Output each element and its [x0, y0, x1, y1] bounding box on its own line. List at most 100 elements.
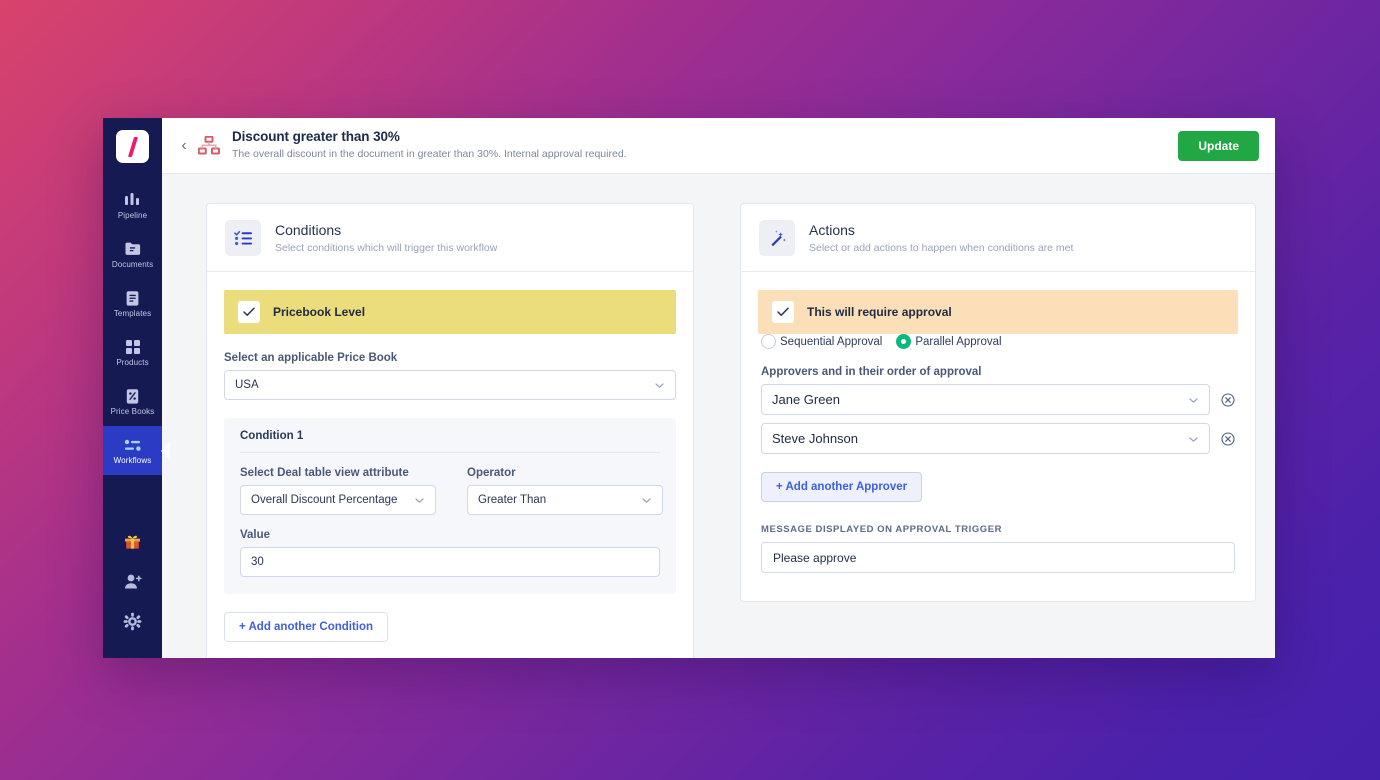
chevron-left-icon[interactable]: ‹ — [174, 137, 194, 154]
products-icon — [123, 338, 143, 356]
logo-slash-shape — [127, 136, 138, 157]
checklist-icon — [225, 220, 261, 256]
chevron-down-icon — [1188, 433, 1199, 444]
approver-row: Jane Green — [761, 384, 1235, 415]
actions-panel: Actions Select or add actions to happen … — [740, 203, 1256, 602]
top-header: ‹ Discount greater than 30% The overall … — [162, 118, 1275, 174]
approver-select-1[interactable]: Jane Green — [761, 384, 1210, 415]
remove-circle-icon[interactable] — [1221, 431, 1235, 446]
header-text-group: Discount greater than 30% The overall di… — [232, 129, 1178, 161]
operator-select[interactable]: Greater Than — [467, 485, 663, 515]
chevron-down-icon — [654, 380, 665, 391]
approver-name: Steve Johnson — [772, 431, 859, 446]
chevron-down-icon — [641, 495, 652, 506]
actions-subtitle: Select or add actions to happen when con… — [809, 241, 1074, 254]
settings-button[interactable] — [103, 604, 162, 644]
documents-icon — [123, 240, 143, 258]
require-approval-label: This will require approval — [807, 305, 952, 319]
approvers-label: Approvers and in their order of approval — [761, 366, 982, 378]
price-book-select[interactable]: USA — [224, 370, 676, 400]
org-chart-icon — [196, 133, 222, 159]
sidebar-item-pipeline[interactable]: Pipeline — [103, 181, 162, 230]
sidebar-item-workflows[interactable]: Workflows — [103, 426, 162, 475]
value-text: 30 — [251, 556, 264, 568]
price-book-label: Select an applicable Price Book — [224, 352, 398, 364]
sidebar-item-label: Workflows — [113, 456, 152, 465]
operator-value: Greater Than — [478, 494, 547, 506]
sidebar-item-label: Documents — [111, 260, 154, 269]
attribute-select[interactable]: Overall Discount Percentage — [240, 485, 436, 515]
add-approver-button[interactable]: + Add another Approver — [761, 472, 923, 502]
remove-circle-icon[interactable] — [1221, 392, 1235, 407]
value-label: Value — [240, 529, 271, 541]
settings-gear-icon — [123, 612, 142, 636]
sidebar-item-price-books[interactable]: Price Books — [103, 377, 162, 426]
radio-dot — [761, 334, 776, 349]
approval-settings: Sequential Approval Parallel Approval Ap… — [758, 334, 1238, 573]
condition-1-title: Condition 1 — [240, 430, 660, 453]
price-books-icon — [123, 387, 143, 405]
check-icon — [777, 307, 789, 316]
gift-button[interactable] — [103, 524, 162, 564]
page-subtitle: The overall discount in the document in … — [232, 148, 627, 161]
approver-row: Steve Johnson — [761, 423, 1235, 454]
conditions-title: Conditions — [275, 221, 342, 238]
price-book-value: USA — [235, 379, 259, 391]
actions-title: Actions — [809, 221, 855, 238]
actions-panel-header: Actions Select or add actions to happen … — [741, 204, 1255, 272]
workflows-icon — [123, 436, 143, 454]
pricebook-level-banner[interactable]: Pricebook Level — [224, 290, 676, 334]
main-area: ‹ Discount greater than 30% The overall … — [162, 118, 1275, 658]
pricebook-level-label: Pricebook Level — [273, 305, 366, 319]
content-area: Conditions Select conditions which will … — [162, 174, 1275, 658]
gift-icon — [123, 532, 142, 556]
require-approval-checkbox[interactable] — [772, 301, 794, 323]
approval-mode-radio-group: Sequential Approval Parallel Approval — [761, 334, 1235, 349]
value-input[interactable]: 30 — [240, 547, 660, 577]
radio-dot — [896, 334, 912, 349]
radio-sequential-approval[interactable]: Sequential Approval — [761, 334, 882, 349]
radio-parallel-approval[interactable]: Parallel Approval — [896, 334, 1002, 349]
check-icon — [243, 307, 255, 316]
sidebar-item-products[interactable]: Products — [103, 328, 162, 377]
page-title: Discount greater than 30% — [232, 129, 400, 145]
require-approval-banner[interactable]: This will require approval — [758, 290, 1238, 334]
radio-label: Parallel Approval — [915, 335, 1002, 348]
condition-1-box: Condition 1 Select Deal table view attri… — [224, 418, 676, 594]
attribute-field: Select Deal table view attribute Overall… — [240, 467, 436, 515]
conditions-body: Pricebook Level Select an applicable Pri… — [207, 272, 693, 658]
pricebook-level-checkbox[interactable] — [238, 301, 260, 323]
magic-wand-icon — [759, 220, 795, 256]
sidebar-item-templates[interactable]: Templates — [103, 279, 162, 328]
message-label: MESSAGE DISPLAYED ON APPROVAL TRIGGER — [761, 524, 1002, 535]
sidebar-item-label: Pipeline — [117, 211, 148, 220]
approver-name: Jane Green — [772, 392, 840, 407]
chevron-down-icon — [414, 495, 425, 506]
sidebar-item-documents[interactable]: Documents — [103, 230, 162, 279]
templates-icon — [123, 289, 143, 307]
app-window: Pipeline Documents Templates Products Pr… — [103, 118, 1275, 658]
operator-field: Operator Greater Than — [467, 467, 663, 515]
conditions-panel: Conditions Select conditions which will … — [206, 203, 694, 658]
sidebar-item-label: Products — [116, 358, 149, 367]
condition-1-row: Select Deal table view attribute Overall… — [240, 467, 663, 515]
approval-message-value: Please approve — [773, 550, 857, 565]
add-user-button[interactable] — [103, 564, 162, 604]
actions-body: This will require approval Sequential Ap… — [741, 272, 1255, 601]
price-book-field: Select an applicable Price Book USA — [224, 352, 676, 400]
approval-message-input[interactable]: Please approve — [761, 542, 1235, 573]
approver-select-2[interactable]: Steve Johnson — [761, 423, 1210, 454]
value-field: Value 30 — [240, 529, 660, 577]
actions-title-group: Actions Select or add actions to happen … — [809, 221, 1073, 256]
slash-logo-icon[interactable] — [116, 130, 149, 163]
conditions-panel-header: Conditions Select conditions which will … — [207, 204, 693, 272]
add-condition-button[interactable]: + Add another Condition — [224, 612, 389, 642]
add-user-icon — [123, 573, 143, 595]
pipeline-icon — [123, 191, 143, 209]
update-button[interactable]: Update — [1178, 130, 1259, 161]
radio-label: Sequential Approval — [780, 335, 883, 348]
conditions-subtitle: Select conditions which will trigger thi… — [275, 241, 498, 254]
sidebar: Pipeline Documents Templates Products Pr… — [103, 118, 162, 658]
sidebar-item-label: Price Books — [110, 407, 155, 416]
attribute-value: Overall Discount Percentage — [251, 494, 398, 506]
